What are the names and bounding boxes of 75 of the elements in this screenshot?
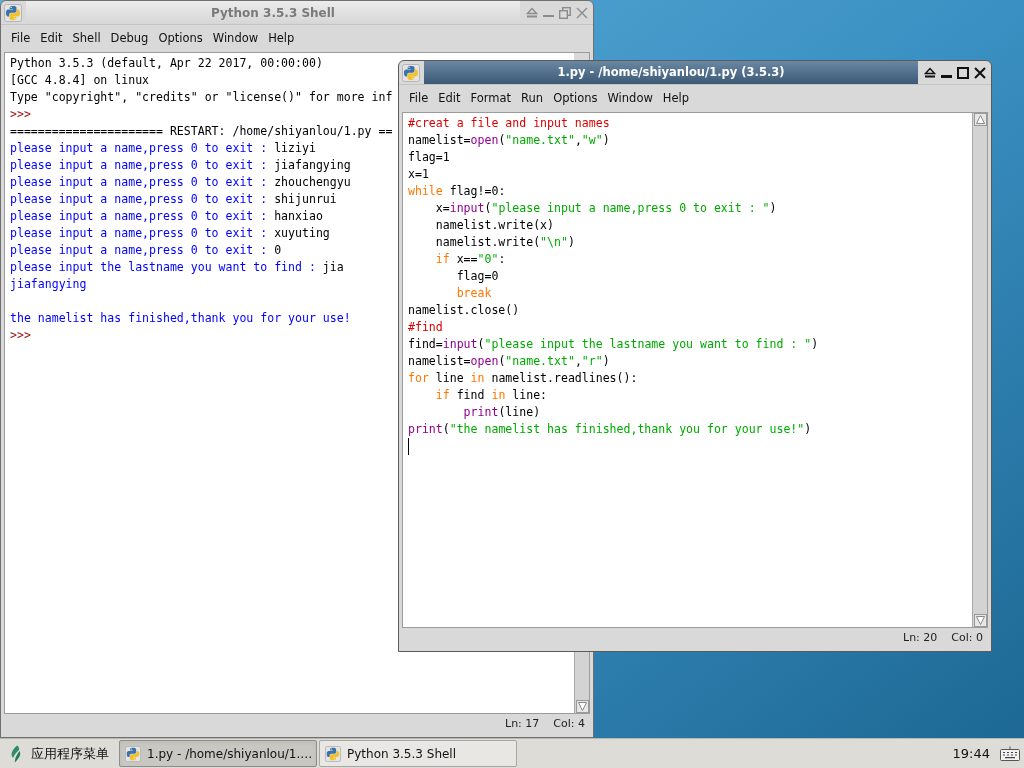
console-line: please input a name,press 0 to exit : jiafangying [10, 157, 351, 174]
code-line: if find in line: [434, 387, 548, 404]
code-line: print("the namelist has finished,thank you for your use!") [408, 421, 812, 438]
status-text: Col: 0 [951, 629, 983, 646]
console-line: >>> [10, 327, 31, 344]
code-line: find=input("please input the lastname you want to find : ") [408, 336, 819, 353]
console-line: ====================== RESTART: /home/shiyanlou/1.py == [10, 123, 393, 140]
code-line: namelist.close() [408, 302, 520, 319]
console-line: please input a name,press 0 to exit : zhouchengyu [10, 174, 351, 191]
console-line: [GCC 4.8.4] on linux [10, 72, 150, 89]
console-line: please input a name,press 0 to exit : 0 [10, 242, 282, 259]
code-line: x=1 [408, 166, 429, 183]
taskbar-button[interactable]: Python 3.5.3 Shell [319, 740, 517, 767]
app-icon [4, 3, 22, 22]
app-icon [125, 745, 141, 762]
scroll-down-arrow-icon[interactable] [575, 700, 589, 713]
menu-item[interactable]: Debug [110, 32, 149, 45]
menu-item[interactable]: Shell [72, 32, 101, 45]
restore-icon[interactable] [559, 6, 571, 19]
app-icon [325, 745, 341, 762]
console-line: please input a name,press 0 to exit : liziyi [10, 140, 316, 157]
code-line: print(line) [462, 404, 541, 421]
keyboard-icon[interactable] [1000, 745, 1020, 762]
menu-item[interactable]: Options [553, 92, 598, 105]
minimize-icon[interactable] [543, 15, 554, 18]
code-line: flag=0 [455, 268, 499, 285]
close-icon[interactable] [974, 66, 986, 79]
eject-icon[interactable] [924, 67, 936, 78]
menu-item[interactable]: Help [662, 92, 690, 105]
menu-item[interactable]: File [11, 32, 31, 45]
code-line: namelist=open("name.txt","r") [408, 353, 610, 370]
console-line: please input a name,press 0 to exit : shijunrui [10, 191, 337, 208]
code-line: while flag!=0: [408, 183, 506, 200]
leaf-icon [10, 744, 22, 763]
scroll-down-arrow-icon[interactable] [973, 614, 987, 627]
console-line: please input a name,press 0 to exit : hanxiao [10, 208, 323, 225]
window-title: Python 3.5.3 Shell [211, 4, 335, 22]
status-text: Col: 4 [553, 715, 585, 732]
scroll-up-arrow-icon[interactable] [973, 113, 987, 126]
status-text: Ln: 20 [903, 629, 938, 646]
code-line: if x=="0": [434, 251, 506, 268]
code-line: for line in namelist.readlines(): [408, 370, 638, 387]
menu-item[interactable]: Run [521, 92, 544, 105]
console-line: >>> [10, 106, 31, 123]
console-line: jiafangying [10, 276, 87, 293]
menu-item[interactable]: File [409, 92, 429, 105]
window-title: 1.py - /home/shiyanlou/1.py (3.5.3) [557, 63, 785, 81]
menu-item[interactable]: Options [158, 32, 203, 45]
console-line: Type "copyright", "credits" or "license()" for more inf [10, 89, 393, 106]
status-text: Ln: 17 [505, 715, 540, 732]
scrollbar[interactable] [972, 113, 987, 627]
menu-item[interactable]: Format [470, 92, 512, 105]
console-line: please input a name,press 0 to exit : xuyuting [10, 225, 330, 242]
menu-item[interactable]: Window [212, 32, 259, 45]
clock: 19:44 [952, 744, 990, 763]
console-line: the namelist has finished,thank you for your use! [10, 310, 351, 327]
app-icon [402, 63, 420, 82]
code-line: #find [408, 319, 443, 336]
menu-item[interactable]: Window [607, 92, 653, 105]
code-line: namelist.write(x) [434, 217, 554, 234]
code-line: break [455, 285, 492, 302]
code-line: namelist=open("name.txt","w") [408, 132, 610, 149]
menu-item[interactable]: Edit [438, 92, 461, 105]
code-line: namelist.write("\n") [434, 234, 575, 251]
code-line: #creat a file and input names [408, 115, 610, 132]
code-line: x=input("please input a name,press 0 to exit : ") [434, 200, 777, 217]
maximize-icon[interactable] [957, 66, 969, 79]
console-line: Python 3.5.3 (default, Apr 22 2017, 00:00:00) [10, 55, 323, 72]
menu-item[interactable]: Help [268, 32, 295, 45]
start-menu-button[interactable]: 应用程序菜单 [10, 740, 109, 767]
menu-item[interactable]: Edit [40, 32, 63, 45]
taskbar-button[interactable]: 1.py - /home/shiyanlou/1.… [119, 740, 317, 767]
console-line: please input the lastname you want to find : jia [10, 259, 344, 276]
code-line: flag=1 [408, 149, 450, 166]
scrollbar[interactable] [574, 651, 589, 713]
